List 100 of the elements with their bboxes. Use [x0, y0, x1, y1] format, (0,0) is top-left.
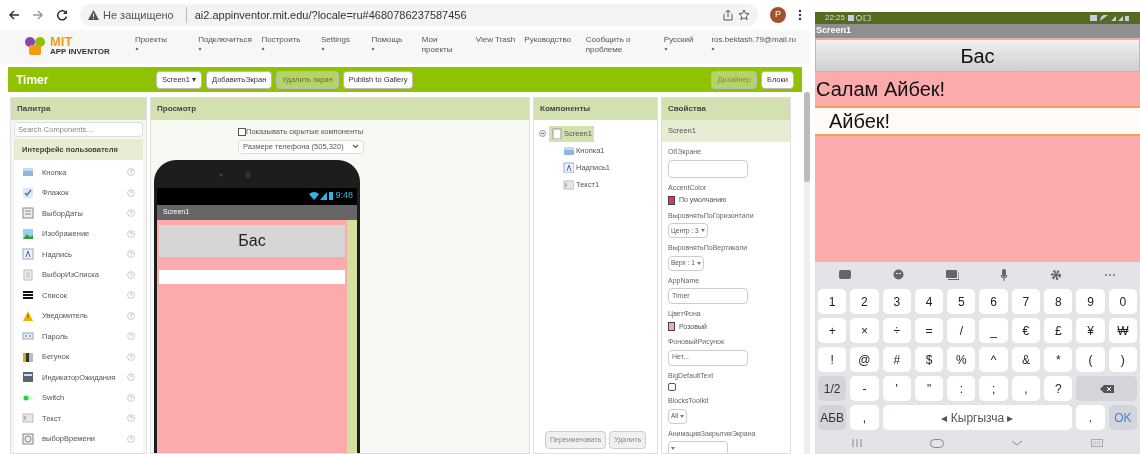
keyboard-key[interactable]: 7	[1011, 289, 1041, 314]
menu-item[interactable]: Проекты	[134, 35, 193, 51]
microphone-icon[interactable]	[1000, 268, 1009, 281]
keyboard-key[interactable]: #	[882, 347, 911, 372]
sticker-icon[interactable]	[838, 269, 851, 280]
share-icon[interactable]	[722, 9, 734, 21]
address-bar[interactable]: Не защищено ai2.appinventor.mit.edu/?locale=ru#4680786237587456	[80, 4, 758, 26]
keyboard-key[interactable]: *	[1044, 347, 1073, 372]
keyboard-key[interactable]: ₩	[1108, 318, 1137, 343]
keyboard-key[interactable]: ,	[1011, 376, 1041, 401]
menu-item[interactable]: ros.bektash.79@mail.ru	[711, 35, 796, 51]
menu-item[interactable]: Подключиться	[198, 35, 256, 51]
component-icon	[22, 412, 34, 425]
menu-item[interactable]: Построить	[261, 35, 316, 51]
help-icon[interactable]	[127, 229, 135, 238]
caret-icon	[680, 414, 685, 418]
text-field[interactable]: Айбек!	[815, 106, 1140, 136]
text-area[interactable]	[668, 159, 748, 178]
keyboard-key[interactable]: =	[914, 318, 944, 343]
keyboard-key[interactable]: 2	[850, 289, 879, 314]
phone-button[interactable]: Бас	[159, 224, 345, 257]
text-input[interactable]	[159, 269, 345, 284]
help-icon[interactable]	[127, 291, 135, 300]
menu-item[interactable]: Сообщить о проблеме	[585, 35, 658, 55]
help-icon[interactable]	[127, 311, 135, 320]
keyboard-key[interactable]: &	[1011, 347, 1041, 372]
menu-item[interactable]: Settings	[321, 35, 366, 51]
keyboard-key[interactable]: +	[818, 318, 847, 343]
keyboard-icon[interactable]	[1091, 439, 1104, 447]
keyboard-key[interactable]: %	[947, 347, 976, 372]
help-icon[interactable]	[127, 434, 135, 443]
reload-icon[interactable]	[56, 9, 68, 21]
help-icon[interactable]	[127, 209, 135, 218]
help-icon[interactable]	[127, 352, 135, 361]
star-icon[interactable]	[738, 9, 750, 21]
settings-icon[interactable]	[1050, 268, 1063, 281]
property-dropdown[interactable]	[668, 441, 728, 453]
help-icon[interactable]	[127, 250, 135, 259]
keyboard-key[interactable]: 6	[979, 289, 1008, 314]
menu-item[interactable]: View Trash	[475, 35, 519, 45]
keyboard-key[interactable]: ÷	[882, 318, 911, 343]
keyboard-key[interactable]: €	[1011, 318, 1041, 343]
keyboard-key[interactable]: ?	[1044, 376, 1073, 401]
menu-item[interactable]: Мои проекты	[421, 35, 470, 55]
back-icon[interactable]	[8, 9, 20, 21]
app-button[interactable]: Бас	[815, 39, 1140, 72]
keyboard-key[interactable]: 4	[914, 289, 944, 314]
keyboard-key[interactable]: (	[1076, 347, 1105, 372]
keyboard-key[interactable]: $	[914, 347, 944, 372]
space-key[interactable]: ◂ Кыргызча ▸	[882, 405, 1073, 430]
keyboard-key[interactable]: "	[914, 376, 944, 401]
keyboard-key[interactable]: £	[1044, 318, 1073, 343]
keyboard-key[interactable]: -	[850, 376, 879, 401]
keyboard-key[interactable]: ¥	[1076, 318, 1105, 343]
scrollbar[interactable]	[804, 92, 810, 454]
keyboard-key[interactable]: 1	[818, 289, 847, 314]
checkbox[interactable]	[668, 383, 676, 391]
keyboard-key[interactable]: ^	[979, 347, 1008, 372]
menu-icon[interactable]	[798, 9, 802, 21]
color-swatch[interactable]	[668, 322, 675, 332]
recent-apps-icon[interactable]	[851, 439, 862, 447]
help-icon[interactable]	[127, 168, 135, 177]
help-icon[interactable]	[127, 270, 135, 279]
keyboard-key[interactable]: :	[947, 376, 976, 401]
help-icon[interactable]	[127, 393, 135, 402]
collapse-icon[interactable]	[539, 130, 546, 137]
keyboard-key[interactable]: /	[947, 318, 976, 343]
keyboard-key[interactable]: .	[1076, 405, 1105, 430]
emoji-icon[interactable]	[892, 269, 904, 280]
keyboard-key[interactable]: 9	[1076, 289, 1105, 314]
component-icon	[22, 350, 34, 363]
keyboard-key[interactable]: ×	[850, 318, 879, 343]
checkbox[interactable]	[238, 127, 246, 136]
backspace-key[interactable]	[1076, 376, 1137, 401]
keyboard-key[interactable]: ,	[850, 405, 879, 430]
menu-item[interactable]: Помощь	[371, 35, 416, 51]
keyboard-key[interactable]: 5	[947, 289, 976, 314]
menu-item[interactable]: Русский	[663, 35, 706, 51]
keyboard-key[interactable]: '	[882, 376, 911, 401]
clipboard-icon[interactable]	[945, 269, 959, 280]
profile-avatar[interactable]: P	[770, 7, 786, 23]
keyboard-key[interactable]: )	[1108, 347, 1137, 372]
keyboard-key[interactable]: 3	[882, 289, 911, 314]
keyboard-key[interactable]: _	[979, 318, 1008, 343]
help-icon[interactable]	[127, 373, 135, 382]
keyboard-key[interactable]: АБВ	[818, 405, 847, 430]
keyboard-key[interactable]: 0	[1108, 289, 1137, 314]
help-icon[interactable]	[127, 332, 135, 341]
keyboard-key[interactable]: ;	[979, 376, 1008, 401]
help-icon[interactable]	[127, 188, 135, 197]
more-icon[interactable]	[1104, 272, 1117, 277]
menu-item[interactable]: Руководство	[524, 35, 580, 45]
keyboard-key[interactable]: 8	[1044, 289, 1073, 314]
keyboard-key[interactable]: @	[850, 347, 879, 372]
help-icon[interactable]	[127, 414, 135, 423]
color-swatch[interactable]	[668, 195, 675, 205]
keyboard-key[interactable]: !	[818, 347, 847, 372]
keyboard-key[interactable]: 1/2	[818, 376, 847, 401]
forward-icon[interactable]	[32, 9, 44, 21]
home-icon[interactable]	[929, 438, 944, 448]
